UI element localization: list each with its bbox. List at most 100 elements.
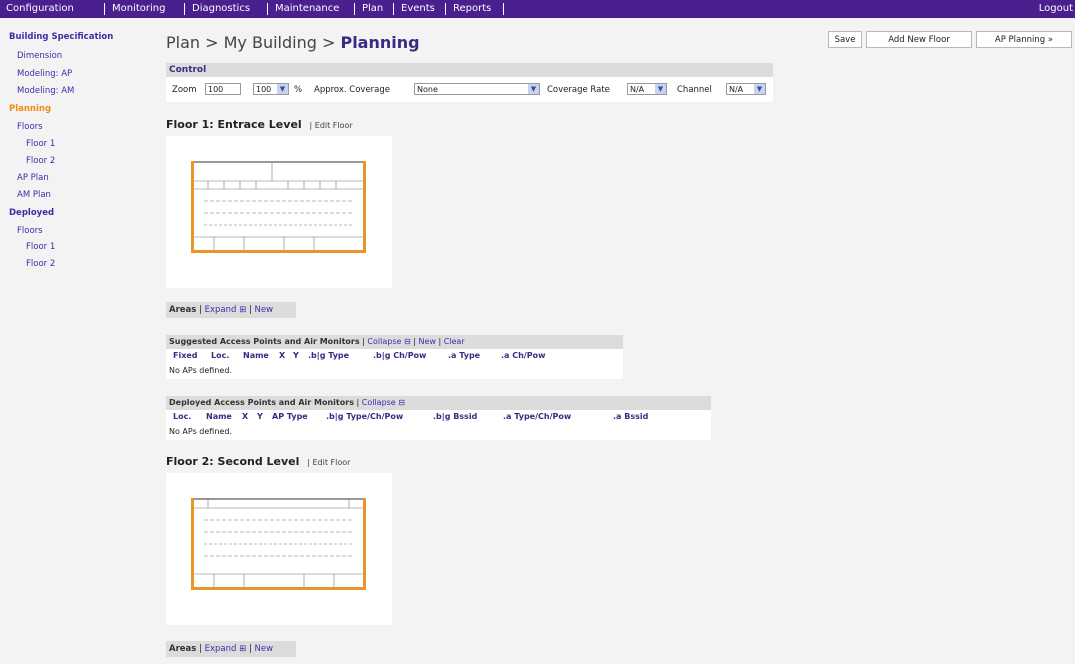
col-name[interactable]: Name — [206, 412, 232, 421]
col-bg-ch-pow[interactable]: .b|g Ch/Pow — [373, 351, 426, 360]
col-bg-bssid[interactable]: .b|g Bssid — [433, 412, 477, 421]
floor-plan-drawing — [191, 161, 366, 253]
suggested-ap-title: Suggested Access Points and Air Monitors — [169, 337, 360, 346]
col-a-ch-pow[interactable]: .a Ch/Pow — [501, 351, 545, 360]
menu-separator — [267, 3, 268, 15]
col-name[interactable]: Name — [243, 351, 269, 360]
col-a-type-ch-pow[interactable]: .a Type/Ch/Pow — [503, 412, 571, 421]
menu-separator — [393, 3, 394, 15]
menu-maintenance[interactable]: Maintenance — [271, 0, 343, 18]
expand-label: Expand — [204, 644, 237, 654]
sidebar-item-floor-2[interactable]: Floor 2 — [26, 156, 55, 166]
top-menu-bar: Configuration Monitoring Diagnostics Mai… — [0, 0, 1075, 18]
menu-monitoring[interactable]: Monitoring — [108, 0, 169, 18]
edit-floor-label: Edit Floor — [314, 121, 353, 130]
menu-plan[interactable]: Plan — [358, 0, 387, 18]
edit-floor-2-link[interactable]: | Edit Floor — [307, 458, 350, 467]
coverage-rate-select[interactable]: N/A ▼ — [627, 83, 667, 95]
floor-2-image[interactable] — [166, 473, 392, 625]
sidebar-item-floor-1[interactable]: Floor 1 — [26, 139, 55, 149]
save-button[interactable]: Save — [828, 31, 862, 48]
deployed-ap-empty: No APs defined. — [166, 424, 711, 440]
zoom-select-value: 100 — [256, 85, 272, 94]
collapse-deployed-link[interactable]: Collapse ⊟ — [362, 398, 405, 407]
channel-select[interactable]: N/A ▼ — [726, 83, 766, 95]
floor-plan-lines — [194, 498, 363, 587]
percent-label: % — [294, 85, 303, 95]
deployed-ap-columns: Loc. Name X Y AP Type .b|g Type/Ch/Pow .… — [166, 410, 711, 424]
menu-separator — [503, 3, 504, 15]
collapse-label: Collapse — [361, 398, 396, 407]
expand-areas-link[interactable]: Expand ⊞ — [205, 644, 247, 654]
breadcrumb-current: Planning — [340, 33, 420, 52]
menu-events[interactable]: Events — [397, 0, 439, 18]
collapse-label: Collapse — [367, 337, 402, 346]
sidebar-item-deployed-floors[interactable]: Floors — [17, 226, 43, 236]
chevron-down-icon: ▼ — [528, 84, 539, 94]
add-new-floor-button[interactable]: Add New Floor — [866, 31, 972, 48]
sidebar-item-ap-plan[interactable]: AP Plan — [17, 173, 49, 183]
col-y[interactable]: Y — [257, 412, 263, 421]
sidebar-item-dimension[interactable]: Dimension — [17, 51, 62, 61]
sidebar-item-deployed[interactable]: Deployed — [9, 208, 54, 218]
expand-areas-link[interactable]: Expand ⊞ — [205, 305, 247, 315]
chevron-down-icon: ▼ — [277, 84, 288, 94]
floor-1-areas-bar: Areas | Expand ⊞ | New — [166, 302, 296, 318]
edit-floor-label: Edit Floor — [312, 458, 351, 467]
menu-separator — [354, 3, 355, 15]
col-bg-type-ch-pow[interactable]: .b|g Type/Ch/Pow — [326, 412, 403, 421]
channel-select-value: N/A — [729, 85, 744, 94]
collapse-suggested-link[interactable]: Collapse ⊟ — [367, 337, 410, 346]
col-a-bssid[interactable]: .a Bssid — [613, 412, 648, 421]
sidebar-item-planning[interactable]: Planning — [9, 104, 51, 114]
coverage-select[interactable]: None ▼ — [414, 83, 540, 95]
edit-floor-1-link[interactable]: | Edit Floor — [310, 121, 353, 130]
suggested-ap-columns: Fixed Loc. Name X Y .b|g Type .b|g Ch/Po… — [166, 349, 623, 363]
sidebar-item-am-plan[interactable]: AM Plan — [17, 190, 51, 200]
deployed-ap-header: Deployed Access Points and Air Monitors … — [166, 396, 711, 410]
approx-coverage-label: Approx. Coverage — [314, 85, 391, 95]
zoom-input[interactable]: 100 — [205, 83, 241, 95]
areas-label: Areas — [169, 305, 197, 315]
menu-diagnostics[interactable]: Diagnostics — [188, 0, 254, 18]
sidebar-item-modeling-am[interactable]: Modeling: AM — [17, 86, 74, 96]
new-suggested-link[interactable]: New — [418, 337, 435, 346]
floor-2-areas-bar: Areas | Expand ⊞ | New — [166, 641, 296, 657]
coverage-rate-value: N/A — [630, 85, 645, 94]
page-title: Plan > My Building > Planning — [166, 33, 420, 52]
menu-separator — [445, 3, 446, 15]
col-loc[interactable]: Loc. — [211, 351, 229, 360]
sidebar-item-modeling-ap[interactable]: Modeling: AP — [17, 69, 72, 79]
col-ap-type[interactable]: AP Type — [272, 412, 308, 421]
control-panel: Zoom 100 100 ▼ % Approx. Coverage None ▼… — [166, 77, 773, 102]
menu-separator — [104, 3, 105, 15]
logout-link[interactable]: Logout — [1039, 0, 1073, 18]
floor-1-image[interactable] — [166, 136, 392, 288]
breadcrumb: Plan > My Building > — [166, 33, 341, 52]
suggested-ap-empty: No APs defined. — [166, 363, 623, 379]
col-y[interactable]: Y — [293, 351, 299, 360]
col-fixed[interactable]: Fixed — [173, 351, 198, 360]
col-loc[interactable]: Loc. — [173, 412, 191, 421]
floor-1-title: Floor 1: Entrace Level | Edit Floor — [166, 118, 353, 131]
new-area-link[interactable]: New — [255, 305, 274, 315]
new-area-link[interactable]: New — [255, 644, 274, 654]
col-x[interactable]: X — [279, 351, 285, 360]
coverage-select-value: None — [417, 85, 438, 94]
sidebar-item-deployed-floor-1[interactable]: Floor 1 — [26, 242, 55, 252]
clear-suggested-link[interactable]: Clear — [444, 337, 465, 346]
menu-configuration[interactable]: Configuration — [2, 0, 78, 18]
menu-reports[interactable]: Reports — [449, 0, 495, 18]
ap-planning-button[interactable]: AP Planning » — [976, 31, 1072, 48]
col-x[interactable]: X — [242, 412, 248, 421]
control-header: Control — [166, 63, 773, 77]
col-a-type[interactable]: .a Type — [448, 351, 480, 360]
zoom-select[interactable]: 100 ▼ — [253, 83, 289, 95]
col-bg-type[interactable]: .b|g Type — [308, 351, 349, 360]
coverage-rate-label: Coverage Rate — [547, 85, 610, 95]
zoom-label: Zoom — [172, 85, 197, 95]
sidebar-item-deployed-floor-2[interactable]: Floor 2 — [26, 259, 55, 269]
sidebar-item-floors[interactable]: Floors — [17, 122, 43, 132]
chevron-down-icon: ▼ — [655, 84, 666, 94]
sidebar-building-specification[interactable]: Building Specification — [9, 32, 113, 42]
